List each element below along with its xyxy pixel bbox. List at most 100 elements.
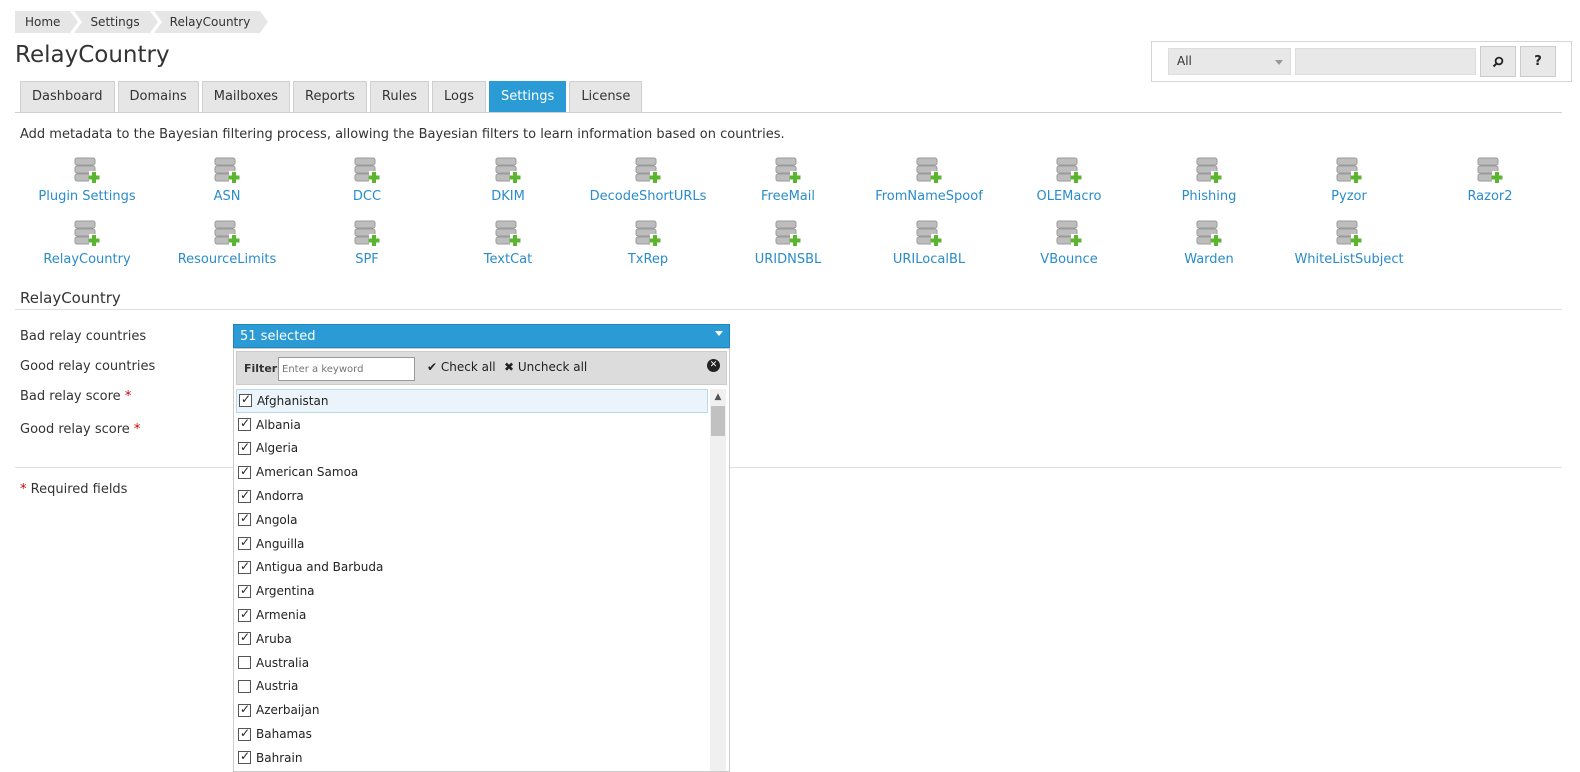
check-all-link[interactable]: ✔ Check all [427,360,496,374]
close-icon[interactable]: ✕ [707,359,720,372]
country-checkbox[interactable] [238,630,251,646]
breadcrumb-home[interactable]: Home [15,11,83,33]
plugin-vbounce[interactable]: VBounce [999,220,1139,276]
database-add-icon [214,157,240,183]
plugin-txrep[interactable]: TxRep [578,220,718,276]
country-checkbox[interactable] [238,416,251,432]
plugin-asn[interactable]: ASN [157,157,297,213]
plugin-label: DKIM [491,189,525,204]
database-add-icon [1196,157,1222,183]
plugin-whitelistsubject[interactable]: WhiteListSubject [1279,220,1419,276]
plugin-phishing[interactable]: Phishing [1139,157,1279,213]
tab-logs[interactable]: Logs [431,81,486,113]
plugin-olemacro[interactable]: OLEMacro [999,157,1139,213]
database-add-icon [74,220,100,246]
plugin-decodeshorturls[interactable]: DecodeShortURLs [578,157,718,213]
plugin-label: ASN [213,189,241,204]
country-label: Antigua and Barbuda [256,560,384,575]
database-add-icon [1196,220,1222,246]
plugin-fromnamespoof[interactable]: FromNameSpoof [859,157,999,213]
country-checkbox[interactable] [238,440,251,455]
scrollbar-thumb[interactable] [711,406,725,436]
country-label: Austria [256,679,299,694]
plugin-textcat[interactable]: TextCat [438,220,578,276]
plugin-label: DecodeShortURLs [589,189,707,204]
country-option[interactable]: American Samoa [236,460,708,484]
country-checkbox[interactable] [238,679,251,693]
plugin-uridnsbl[interactable]: URIDNSBL [718,220,858,276]
country-option[interactable]: Argentina [236,579,708,603]
breadcrumb-settings[interactable]: Settings [74,11,162,33]
country-checkbox[interactable] [238,702,251,717]
plugin-resourcelimits[interactable]: ResourceLimits [157,220,297,276]
good-relay-score-label: Good relay score * [20,422,141,437]
plugin-dcc[interactable]: DCC [297,157,437,213]
breadcrumb: Home Settings RelayCountry [15,11,272,33]
dropdown-header: Filter: ✔ Check all ✖ Uncheck all ✕ [236,351,727,385]
country-option[interactable]: Austria [236,675,708,699]
chevron-down-icon [715,331,723,336]
plugin-dkim[interactable]: DKIM [438,157,578,213]
search-scope-select[interactable]: All [1168,48,1291,75]
plugin-plugin-settings[interactable]: Plugin Settings [17,157,157,213]
bad-relay-countries-select[interactable]: 51 selected [233,324,730,348]
tab-mailboxes[interactable]: Mailboxes [201,81,291,113]
plugin-spf[interactable]: SPF [297,220,437,276]
country-checkbox[interactable] [238,656,251,670]
uncheck-all-link[interactable]: ✖ Uncheck all [504,360,587,374]
plugin-warden[interactable]: Warden [1139,220,1279,276]
tab-reports[interactable]: Reports [293,81,367,113]
tab-rules[interactable]: Rules [369,81,429,113]
page-title: RelayCountry [15,42,170,68]
country-checkbox[interactable] [238,607,251,622]
country-option[interactable]: Angola [236,508,708,532]
country-option[interactable]: Albania [236,413,708,437]
plugin-label: Plugin Settings [38,189,136,204]
search-input[interactable] [1295,48,1476,75]
country-option[interactable]: Andorra [236,484,708,508]
tab-license[interactable]: License [569,81,643,113]
list-scrollbar[interactable]: ▲ [710,389,726,771]
plugin-label: URIDNSBL [754,252,822,267]
plugin-freemail[interactable]: FreeMail [718,157,858,213]
tab-settings[interactable]: Settings [488,81,567,113]
plugin-label: FromNameSpoof [875,189,983,204]
breadcrumb-current[interactable]: RelayCountry [153,11,272,33]
plugin-razor2[interactable]: Razor2 [1420,157,1560,213]
country-checkbox[interactable] [238,559,251,574]
country-checkbox[interactable] [238,511,251,527]
plugin-relaycountry[interactable]: RelayCountry [17,220,157,276]
country-checkbox[interactable] [238,749,251,765]
plugin-pyzor[interactable]: Pyzor [1279,157,1419,213]
country-option[interactable]: Anguilla [236,532,708,556]
search-button[interactable] [1480,46,1516,77]
country-label: Afghanistan [257,393,329,408]
database-add-icon [354,220,380,246]
tab-domains[interactable]: Domains [117,81,199,113]
country-option[interactable]: Azerbaijan [236,698,708,722]
country-option[interactable]: Australia [236,651,708,675]
plugin-label: OLEMacro [1036,189,1102,204]
country-checkbox[interactable] [238,583,251,598]
country-dropdown-panel: Filter: ✔ Check all ✖ Uncheck all ✕ Afgh… [233,348,730,772]
country-option[interactable]: Afghanistan [236,389,708,413]
filter-input[interactable] [278,357,415,381]
country-checkbox[interactable] [238,535,251,551]
country-option[interactable]: Algeria [236,437,708,461]
plugin-urilocalbl[interactable]: URILocalBL [859,220,999,276]
country-checkbox[interactable] [238,726,251,741]
country-checkbox[interactable] [238,464,251,479]
database-add-icon [916,220,942,246]
country-option[interactable]: Armenia [236,603,708,627]
country-option[interactable]: Antigua and Barbuda [236,556,708,580]
country-option[interactable]: Bahrain [236,746,708,770]
country-option[interactable]: Bahamas [236,722,708,746]
search-scope-value: All [1177,54,1192,68]
scroll-up-icon[interactable]: ▲ [710,389,726,405]
country-checkbox[interactable] [238,488,251,503]
tab-dashboard[interactable]: Dashboard [20,81,115,113]
country-checkbox[interactable] [239,392,252,408]
help-button[interactable]: ? [1520,46,1556,77]
country-label: Angola [256,512,298,527]
country-option[interactable]: Aruba [236,627,708,651]
